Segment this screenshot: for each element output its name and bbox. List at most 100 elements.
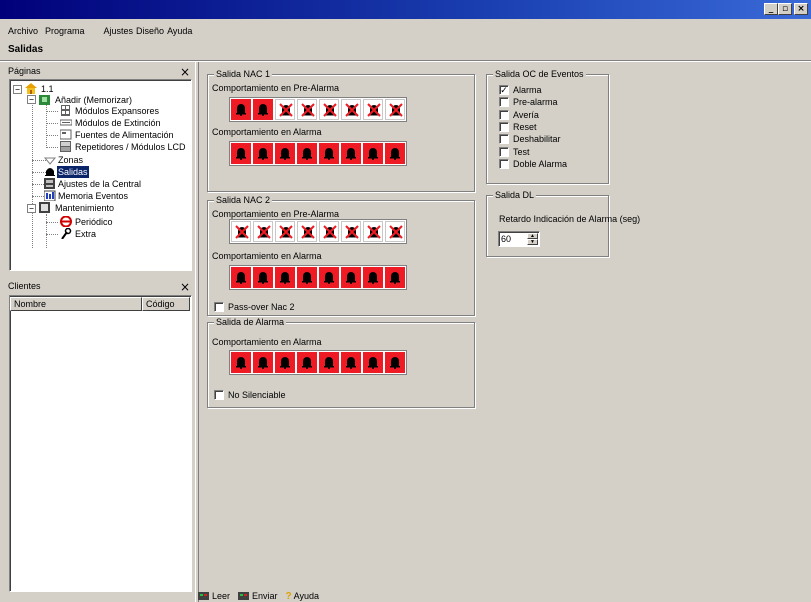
tree-item-ajustes-central[interactable]: Ajustes de la Central bbox=[57, 178, 142, 190]
bell-off-cell[interactable] bbox=[363, 221, 383, 242]
passover-checkbox-box[interactable] bbox=[214, 302, 224, 312]
bell-muted-icon bbox=[367, 103, 381, 117]
spin-down-button[interactable]: ▼ bbox=[527, 239, 538, 245]
minimize-button[interactable]: _ bbox=[764, 3, 778, 15]
tree-item-fuentes[interactable]: Fuentes de Alimentación bbox=[74, 129, 175, 141]
clientes-close-icon[interactable]: × bbox=[180, 281, 190, 293]
tree-item-mantenimiento[interactable]: Mantenimiento bbox=[54, 202, 115, 214]
bell-off-cell[interactable] bbox=[341, 221, 361, 242]
tree-item-modulos-expansores[interactable]: Módulos Expansores bbox=[74, 105, 160, 117]
bell-on-cell[interactable] bbox=[231, 143, 251, 164]
oc-option-checkbox[interactable]: ✓ Alarma bbox=[499, 85, 542, 95]
bell-on-cell[interactable] bbox=[253, 99, 273, 120]
oc-option-box[interactable] bbox=[499, 121, 509, 132]
column-codigo[interactable]: Código bbox=[142, 297, 190, 311]
leer-button[interactable]: Leer bbox=[198, 591, 230, 601]
bell-off-cell[interactable] bbox=[275, 99, 295, 120]
paginas-close-icon[interactable]: × bbox=[180, 66, 190, 78]
menu-archivo[interactable]: Archivo bbox=[8, 26, 38, 36]
bell-off-cell[interactable] bbox=[297, 221, 317, 242]
bell-on-cell[interactable] bbox=[341, 352, 361, 373]
bell-on-cell[interactable] bbox=[319, 352, 339, 373]
oc-option-box[interactable] bbox=[499, 158, 509, 169]
bell-on-cell[interactable] bbox=[363, 267, 383, 288]
bell-on-cell[interactable] bbox=[363, 352, 383, 373]
bell-on-cell[interactable] bbox=[341, 267, 361, 288]
oc-option-box[interactable] bbox=[499, 109, 509, 120]
tree-item-zonas[interactable]: Zonas bbox=[57, 154, 84, 166]
bell-on-cell[interactable] bbox=[341, 143, 361, 164]
bell-on-cell[interactable] bbox=[231, 99, 251, 120]
bell-off-cell[interactable] bbox=[253, 221, 273, 242]
bell-on-cell[interactable] bbox=[231, 352, 251, 373]
bell-on-cell[interactable] bbox=[319, 267, 339, 288]
menu-ajustes[interactable]: Ajustes bbox=[104, 26, 134, 36]
clientes-list[interactable] bbox=[9, 295, 192, 592]
oc-option-checkbox[interactable]: Avería bbox=[499, 109, 539, 120]
oc-option-box[interactable] bbox=[499, 97, 509, 108]
tree-collapse-anadir[interactable]: − bbox=[27, 95, 36, 104]
bell-on-cell[interactable] bbox=[385, 267, 405, 288]
tree-item-salidas[interactable]: Salidas bbox=[57, 166, 89, 178]
bell-off-cell[interactable] bbox=[297, 99, 317, 120]
tree-item-modulos-extincion[interactable]: Módulos de Extinción bbox=[74, 117, 162, 129]
oc-option-checkbox[interactable]: Doble Alarma bbox=[499, 158, 567, 169]
bell-off-cell[interactable] bbox=[319, 99, 339, 120]
bell-on-cell[interactable] bbox=[253, 352, 273, 373]
bell-off-cell[interactable] bbox=[341, 99, 361, 120]
bell-on-cell[interactable] bbox=[385, 352, 405, 373]
paginas-tree[interactable]: − 1.1 − Añadir (Memorizar) Módulos Expan… bbox=[9, 79, 192, 271]
ayuda-button[interactable]: ? Ayuda bbox=[286, 591, 319, 602]
column-nombre[interactable]: Nombre bbox=[10, 297, 142, 311]
menu-ayuda[interactable]: Ayuda bbox=[167, 26, 192, 36]
panel-splitter[interactable] bbox=[195, 62, 199, 602]
group-oc-eventos: Salida OC de Eventos ✓ Alarma Pre-alarma Av… bbox=[486, 69, 609, 184]
bell-off-cell[interactable] bbox=[275, 221, 295, 242]
tree-collapse-root[interactable]: − bbox=[13, 85, 22, 94]
bell-off-cell[interactable] bbox=[319, 221, 339, 242]
bell-on-cell[interactable] bbox=[275, 143, 295, 164]
tree-collapse-mantenimiento[interactable]: − bbox=[27, 204, 36, 213]
maximize-button[interactable]: ▫ bbox=[778, 3, 792, 15]
bell-on-cell[interactable] bbox=[231, 267, 251, 288]
oc-option-box[interactable]: ✓ bbox=[499, 85, 509, 95]
oc-option-checkbox[interactable]: Deshabilitar bbox=[499, 134, 561, 145]
tree-item-memoria-eventos[interactable]: Memoria Eventos bbox=[57, 190, 129, 202]
nac2-alarma-row bbox=[229, 265, 407, 290]
oc-option-checkbox[interactable]: Reset bbox=[499, 121, 537, 132]
tree-item-extra[interactable]: Extra bbox=[74, 228, 97, 240]
bell-icon bbox=[346, 272, 356, 284]
oc-option-checkbox[interactable]: Test bbox=[499, 146, 530, 157]
retardo-spinner[interactable]: ▲ ▼ bbox=[498, 231, 540, 247]
oc-option-checkbox[interactable]: Pre-alarma bbox=[499, 97, 558, 108]
bell-on-cell[interactable] bbox=[319, 143, 339, 164]
bell-on-cell[interactable] bbox=[297, 352, 317, 373]
retardo-input[interactable] bbox=[501, 233, 525, 245]
bell-muted-icon bbox=[323, 225, 337, 239]
bell-on-cell[interactable] bbox=[297, 267, 317, 288]
bell-on-cell[interactable] bbox=[363, 143, 383, 164]
window-titlebar[interactable]: _ ▫ × bbox=[0, 0, 811, 19]
bell-on-cell[interactable] bbox=[253, 267, 273, 288]
bell-off-cell[interactable] bbox=[385, 99, 405, 120]
bell-on-cell[interactable] bbox=[385, 143, 405, 164]
no-silenciable-box[interactable] bbox=[214, 390, 224, 400]
close-button[interactable]: × bbox=[794, 3, 808, 15]
menu-diseno[interactable]: Diseño bbox=[136, 26, 164, 36]
tree-item-repetidores[interactable]: Repetidores / Módulos LCD bbox=[74, 141, 187, 153]
bell-on-cell[interactable] bbox=[253, 143, 273, 164]
passover-nac2-checkbox[interactable]: Pass-over Nac 2 bbox=[214, 302, 295, 312]
bell-off-cell[interactable] bbox=[363, 99, 383, 120]
menu-programa[interactable]: Programa bbox=[45, 26, 85, 36]
bell-off-cell[interactable] bbox=[385, 221, 405, 242]
enviar-button[interactable]: Enviar bbox=[238, 591, 278, 601]
no-silenciable-checkbox[interactable]: No Silenciable bbox=[214, 390, 286, 400]
oc-option-box[interactable] bbox=[499, 146, 509, 157]
bell-on-cell[interactable] bbox=[275, 267, 295, 288]
bell-off-cell[interactable] bbox=[231, 221, 251, 242]
oc-option-box[interactable] bbox=[499, 134, 509, 145]
bell-on-cell[interactable] bbox=[275, 352, 295, 373]
header-divider bbox=[0, 60, 811, 62]
bell-on-cell[interactable] bbox=[297, 143, 317, 164]
tree-item-periodico[interactable]: Periódico bbox=[74, 216, 114, 228]
